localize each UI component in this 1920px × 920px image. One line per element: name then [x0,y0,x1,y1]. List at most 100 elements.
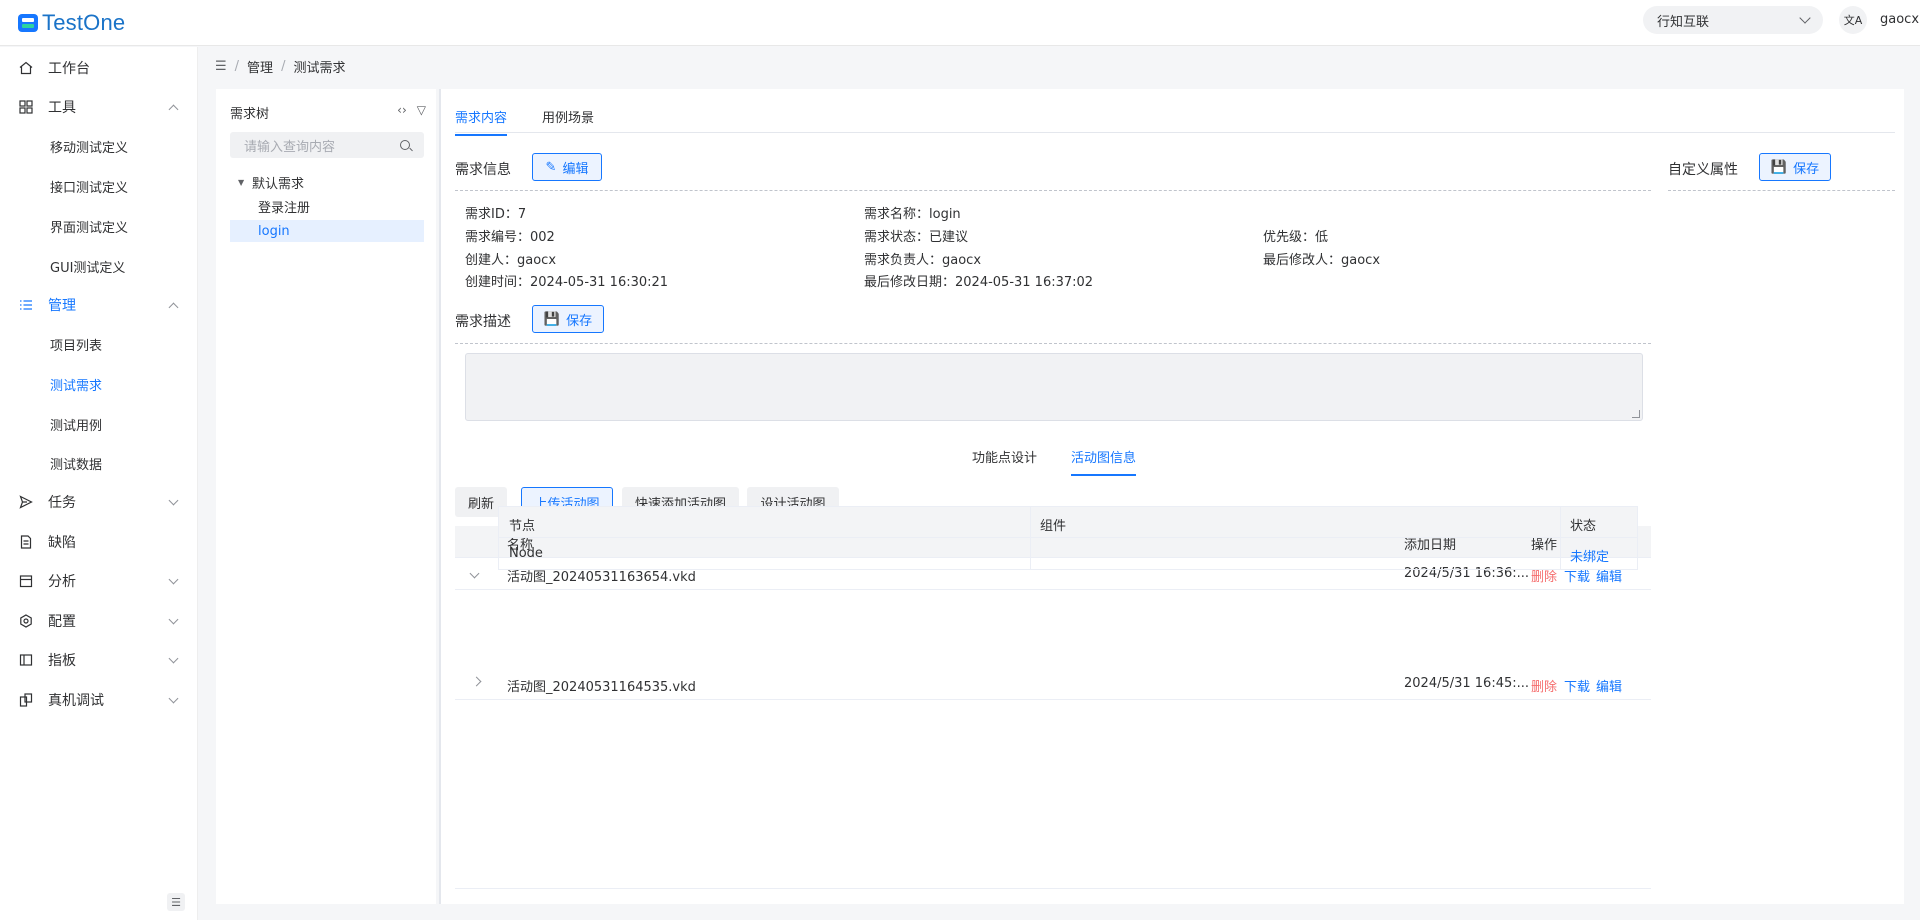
save-custom-attrs-button[interactable]: 💾 保存 [1759,153,1831,181]
org-select[interactable]: 行知互联 [1643,6,1823,34]
sidebar-item-label: 工作台 [48,61,90,77]
panel-icon [18,652,34,668]
sidebar-item-device-debug[interactable]: 真机调试 [0,682,198,718]
sidebar-item-ui-test[interactable]: 界面测试定义 [0,209,198,243]
requirement-status: 需求状态：已建议 [864,230,969,245]
tab-use-case-scenario[interactable]: 用例场景 [542,107,594,134]
sidebar-item-analysis[interactable]: 分析 [0,563,198,599]
sidebar-item-mobile-test[interactable]: 移动测试定义 [0,129,198,163]
tree-node-login[interactable]: login [230,220,424,242]
breadcrumb-item[interactable]: 管理 [247,57,273,76]
edit-button[interactable]: ✎ 编辑 [532,153,602,181]
device-icon [18,692,34,708]
sidebar-item-manage[interactable]: 管理 [0,287,198,323]
requirement-id: 需求ID：7 [465,207,527,222]
sidebar-item-test-data[interactable]: 测试数据 [0,446,198,480]
sidebar-item-gui-test[interactable]: GUI测试定义 [0,249,198,283]
sidebar-item-dashboard[interactable]: 指板 [0,642,198,678]
sidebar: 工作台 工具 移动测试定义 接口测试定义 界面测试定义 GUI测试定义 管理 项… [0,47,198,920]
sidebar-item-workbench[interactable]: 工作台 [0,50,198,86]
table-bottom-border [455,888,1651,889]
save-icon: 💾 [543,311,561,327]
menu-toggle-icon[interactable]: ☰ [215,59,227,74]
sidebar-item-label: 接口测试定义 [50,180,129,196]
content-tabs: 需求内容 用例场景 [455,89,1895,136]
save-description-button[interactable]: 💾 保存 [532,305,604,333]
sidebar-item-label: GUI测试定义 [50,260,126,276]
chevron-down-icon [168,693,179,703]
language-button[interactable]: 文A [1839,6,1867,34]
gear-icon [18,613,34,629]
divider [455,190,1651,191]
sidebar-item-test-cases[interactable]: 测试用例 [0,407,198,441]
logo-text: TestOne [42,9,126,35]
delete-link[interactable]: 删除 [1531,676,1557,695]
column-header-node: 节点 [509,519,536,534]
tree-node-login-register[interactable]: 登录注册 [230,195,424,217]
sidebar-item-project-list[interactable]: 项目列表 [0,327,198,361]
calendar-icon [18,573,34,589]
chevron-down-icon[interactable] [469,568,480,579]
edit-icon: ✎ [545,159,557,175]
tree-search-input[interactable]: 请输入查询内容 [230,132,424,158]
requirement-info-title: 需求信息 [455,162,511,178]
collapse-sidebar-button[interactable]: ☰ [167,893,185,911]
expanded-node-table: 节点 组件 状态 Node 未绑定 [498,506,1638,570]
top-header: TestOne 行知互联 文A gaocx [0,0,1920,46]
sidebar-item-label: 测试需求 [50,378,103,394]
edit-button-label: 编辑 [562,161,589,177]
chevron-down-icon [1799,12,1811,24]
home-icon [18,60,34,76]
table-row: 活动图_20240531164535.vkd 2024/5/31 16:45:.… [455,668,1651,700]
sidebar-item-tasks[interactable]: 任务 [0,484,198,520]
save-icon: 💾 [1770,159,1788,175]
node-status-link[interactable]: 未绑定 [1570,546,1609,565]
sidebar-item-defects[interactable]: 缺陷 [0,524,198,560]
edit-link[interactable]: 编辑 [1596,676,1622,695]
column-divider [1560,507,1561,539]
user-name[interactable]: gaocx [1880,12,1919,27]
chevron-down-icon [168,614,179,624]
search-icon[interactable] [400,140,410,150]
column-divider [1030,507,1031,539]
column-header-status: 状态 [1570,519,1597,534]
sidebar-item-test-requirements[interactable]: 测试需求 [0,367,198,401]
requirement-number: 需求编号：002 [465,230,555,245]
send-icon [18,494,34,510]
sidebar-item-label: 工具 [48,100,76,116]
inner-table-row: Node 未绑定 [498,538,1638,570]
requirement-priority: 优先级：低 [1263,230,1329,245]
chevron-right-icon[interactable] [471,676,482,687]
sidebar-item-tools[interactable]: 工具 [0,89,198,125]
description-textarea[interactable] [465,353,1643,421]
org-select-value: 行知互联 [1657,14,1710,30]
diagram-date: 2024/5/31 16:45:... [1404,676,1530,691]
logo[interactable]: TestOne [18,10,125,36]
expand-collapse-icon[interactable]: ‹› [397,103,407,117]
column-header-component: 组件 [1040,519,1067,534]
caret-down-icon[interactable]: ▼ [238,178,244,187]
translate-icon: 文A [1843,14,1863,27]
tree-node-default[interactable]: ▼ 默认需求 [230,171,424,193]
tab-requirement-content[interactable]: 需求内容 [455,107,508,136]
subtab-activity-diagram[interactable]: 活动图信息 [1071,447,1137,476]
search-placeholder: 请输入查询内容 [244,139,336,155]
description-title: 需求描述 [455,314,511,330]
divider [455,343,1651,344]
resize-handle[interactable] [1632,410,1640,418]
breadcrumb: ☰ / 管理 / 测试需求 [215,57,345,76]
sidebar-item-api-test[interactable]: 接口测试定义 [0,169,198,203]
column-divider [1030,538,1031,570]
main-panel: 需求内容 用例场景 需求信息 ✎ 编辑 自定义属性 💾 保存 需求ID：7 需求… [439,89,1904,904]
subtab-function-design[interactable]: 功能点设计 [972,447,1037,474]
download-link[interactable]: 下载 [1564,676,1590,695]
diagram-name: 活动图_20240531164535.vkd [507,680,696,695]
sidebar-item-config[interactable]: 配置 [0,603,198,639]
tree-title: 需求树 [230,107,270,122]
node-name: Node [509,546,543,561]
logo-icon [18,13,38,32]
filter-icon[interactable]: ▽ [417,103,426,117]
sidebar-item-label: 项目列表 [50,338,103,354]
sidebar-item-label: 测试用例 [50,418,103,434]
custom-attrs-title: 自定义属性 [1668,162,1738,178]
